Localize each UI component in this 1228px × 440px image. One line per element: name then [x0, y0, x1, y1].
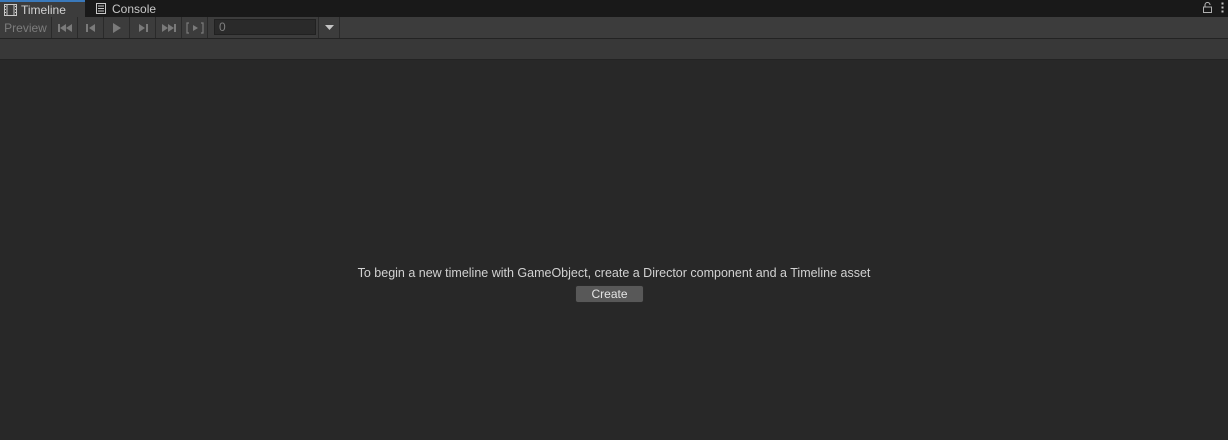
more-vertical-icon[interactable] — [1221, 2, 1224, 16]
caret-down-icon — [324, 25, 334, 30]
goto-end-button[interactable] — [156, 17, 182, 38]
film-strip-icon — [4, 3, 17, 16]
next-frame-button[interactable] — [130, 17, 156, 38]
preview-button[interactable]: Preview — [0, 17, 52, 38]
play-range-icon — [185, 21, 204, 34]
play-range-button[interactable] — [182, 17, 208, 38]
step-forward-icon — [138, 23, 148, 32]
tab-label: Console — [112, 1, 157, 16]
tab-timeline[interactable]: Timeline — [0, 0, 85, 17]
timeline-toolbar: Preview 0 — [0, 17, 1228, 39]
step-back-icon — [85, 23, 95, 32]
console-icon — [95, 2, 108, 15]
skip-to-end-icon — [161, 23, 176, 32]
skip-to-start-icon — [57, 23, 72, 32]
play-icon — [113, 22, 121, 33]
empty-state-message: To begin a new timeline with GameObject,… — [357, 266, 871, 280]
goto-start-button[interactable] — [52, 17, 78, 38]
tab-label: Timeline — [21, 2, 66, 17]
tab-bar: Timeline Console — [0, 0, 1228, 17]
tab-bar-actions — [1203, 1, 1224, 16]
timeline-options-dropdown[interactable] — [318, 17, 340, 38]
timeline-window: Timeline Console Preview 0 To begin a ne… — [0, 0, 1228, 440]
current-frame-field[interactable]: 0 — [214, 19, 316, 35]
lock-icon[interactable] — [1203, 1, 1212, 16]
create-button[interactable]: Create — [575, 285, 644, 303]
play-button[interactable] — [104, 17, 130, 38]
previous-frame-button[interactable] — [78, 17, 104, 38]
preview-label: Preview — [4, 20, 47, 35]
tab-console[interactable]: Console — [91, 0, 167, 17]
timeline-header-strip — [0, 39, 1228, 60]
